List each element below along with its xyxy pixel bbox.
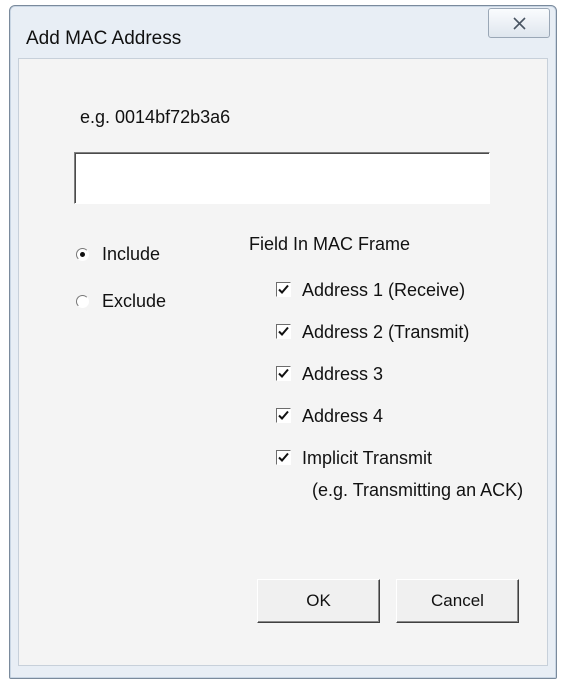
address2-checkbox[interactable] (276, 324, 291, 339)
close-x-icon (513, 17, 526, 30)
address3-label: Address 3 (302, 364, 384, 384)
address2-checkbox-row[interactable]: Address 2 (Transmit) (276, 322, 469, 343)
address4-checkbox[interactable] (276, 408, 291, 423)
implicit-transmit-checkbox[interactable] (276, 450, 291, 465)
mac-address-input[interactable] (74, 152, 490, 204)
address3-checkbox-row[interactable]: Address 3 (276, 364, 383, 385)
implicit-transmit-label: Implicit Transmit (302, 448, 433, 468)
dialog-title: Add MAC Address (26, 28, 182, 49)
check-mark-icon (278, 326, 289, 336)
address1-checkbox-row[interactable]: Address 1 (Receive) (276, 280, 465, 301)
check-mark-icon (278, 284, 289, 294)
ok-button[interactable]: OK (257, 579, 380, 623)
implicit-transmit-text: Implicit Transmit (e.g. Transmitting an … (302, 448, 523, 501)
check-mark-icon (278, 452, 289, 462)
include-radio[interactable]: Include (76, 244, 160, 265)
title-bar[interactable]: Add MAC Address (10, 6, 556, 54)
implicit-transmit-sublabel: (e.g. Transmitting an ACK) (312, 480, 524, 500)
example-mac-hint: e.g. 0014bf72b3a6 (80, 107, 231, 127)
address2-label: Address 2 (Transmit) (302, 322, 470, 342)
check-mark-icon (278, 368, 289, 378)
cancel-button[interactable]: Cancel (396, 579, 519, 623)
address4-label: Address 4 (302, 406, 384, 426)
address4-checkbox-row[interactable]: Address 4 (276, 406, 383, 427)
field-group-label: Field In MAC Frame (249, 234, 411, 254)
include-radio-label: Include (102, 244, 161, 264)
implicit-transmit-checkbox-row[interactable]: Implicit Transmit (e.g. Transmitting an … (276, 448, 523, 501)
exclude-radio-button[interactable] (76, 295, 89, 308)
exclude-radio-label: Exclude (102, 291, 167, 311)
include-radio-button[interactable] (76, 248, 89, 261)
address1-label: Address 1 (Receive) (302, 280, 466, 300)
exclude-radio[interactable]: Exclude (76, 291, 166, 312)
address1-checkbox[interactable] (276, 282, 291, 297)
check-mark-icon (278, 410, 289, 420)
close-button[interactable] (488, 8, 550, 38)
address3-checkbox[interactable] (276, 366, 291, 381)
dialog-client-area: e.g. 0014bf72b3a6 Include Exclude Field … (18, 58, 548, 666)
add-mac-address-dialog: Add MAC Address e.g. 0014bf72b3a6 Includ… (9, 5, 557, 679)
